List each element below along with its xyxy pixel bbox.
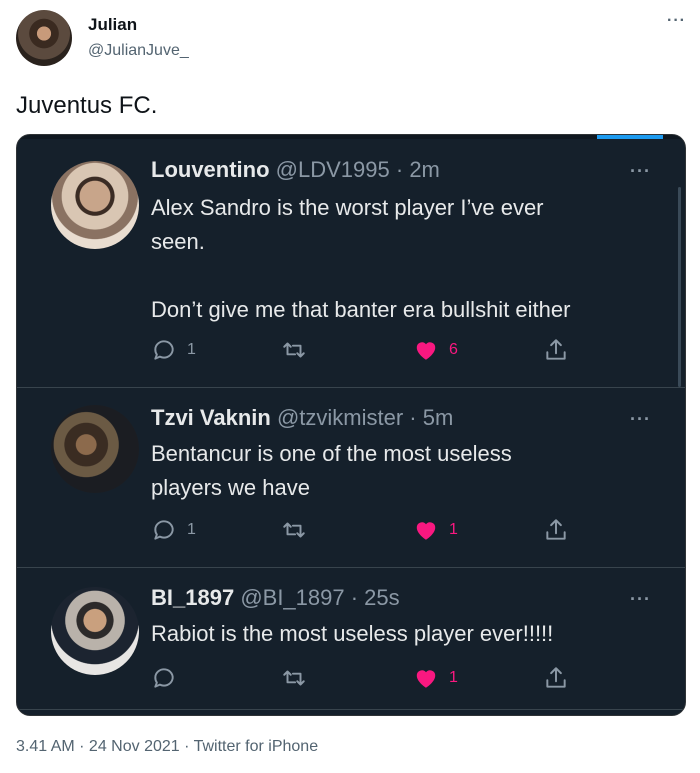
like-action: 6 bbox=[413, 335, 458, 365]
reply-action: 1 bbox=[151, 515, 196, 545]
quoted-display-name: Louventino bbox=[151, 157, 270, 182]
share-action bbox=[543, 515, 569, 545]
tweet-image[interactable]: Louventino @LDV1995 · 2m ··· Alex Sandro… bbox=[16, 134, 686, 716]
retweet-icon bbox=[283, 342, 305, 358]
avatar bbox=[51, 161, 139, 249]
scrollbar bbox=[678, 187, 681, 387]
reply-count: 1 bbox=[187, 521, 196, 538]
like-count: 6 bbox=[449, 341, 458, 358]
divider bbox=[17, 387, 685, 388]
quoted-timestamp: 2m bbox=[409, 157, 440, 182]
quoted-username: @tzvikmister bbox=[276, 405, 404, 430]
divider bbox=[17, 709, 685, 710]
tweet-time[interactable]: 3.41 AM bbox=[16, 738, 75, 755]
retweet-icon bbox=[283, 522, 305, 538]
heart-icon bbox=[416, 670, 436, 688]
more-icon: ··· bbox=[630, 161, 651, 181]
more-icon: ··· bbox=[630, 409, 651, 429]
reply-action bbox=[151, 663, 187, 693]
accent-bar bbox=[597, 135, 663, 139]
quoted-tweet-header: Louventino @LDV1995 · 2m bbox=[151, 157, 440, 183]
heart-icon bbox=[416, 522, 436, 540]
separator-dot: · bbox=[179, 738, 194, 755]
quoted-tweet-actions: 1 bbox=[151, 663, 571, 693]
separator-dot: · bbox=[403, 405, 423, 430]
heart-icon bbox=[416, 342, 436, 360]
avatar[interactable] bbox=[16, 10, 72, 66]
username[interactable]: @JulianJuve_ bbox=[88, 42, 189, 60]
divider bbox=[17, 567, 685, 568]
like-action: 1 bbox=[413, 663, 458, 693]
quoted-tweet-text: Alex Sandro is the worst player I’ve eve… bbox=[151, 195, 571, 322]
retweet-action bbox=[281, 335, 307, 365]
reply-count: 1 bbox=[187, 341, 196, 358]
tweet-text: Juventus FC. bbox=[16, 92, 158, 119]
reply-icon bbox=[154, 520, 174, 540]
quoted-tweet-header: Tzvi Vaknin @tzvikmister · 5m bbox=[151, 405, 453, 431]
quoted-tweet-header: BI_1897 @BI_1897 · 25s bbox=[151, 585, 400, 611]
share-icon bbox=[546, 519, 566, 540]
tweet-date[interactable]: 24 Nov 2021 bbox=[89, 738, 180, 755]
avatar bbox=[51, 405, 139, 493]
like-action: 1 bbox=[413, 515, 458, 545]
avatar bbox=[51, 587, 139, 675]
quoted-tweet-text: Bentancur is one of the most useless pla… bbox=[151, 441, 512, 500]
separator-dot: · bbox=[389, 157, 410, 182]
more-icon[interactable]: ··· bbox=[667, 12, 686, 30]
share-action bbox=[543, 663, 569, 693]
quoted-display-name: Tzvi Vaknin bbox=[151, 405, 271, 430]
quoted-timestamp: 25s bbox=[364, 585, 400, 610]
share-icon bbox=[546, 339, 566, 360]
like-count: 1 bbox=[449, 669, 458, 686]
reply-icon bbox=[154, 340, 174, 360]
tweet-source[interactable]: Twitter for iPhone bbox=[194, 738, 319, 755]
quoted-timestamp: 5m bbox=[422, 405, 454, 430]
reply-icon bbox=[154, 668, 174, 688]
tweet-header: Julian @JulianJuve_ ··· bbox=[16, 10, 686, 74]
separator-dot: · bbox=[74, 738, 89, 755]
image-top-bar bbox=[17, 135, 685, 139]
share-icon bbox=[546, 667, 566, 688]
reply-action: 1 bbox=[151, 335, 196, 365]
share-action bbox=[543, 335, 569, 365]
tweet-metadata: 3.41 AM · 24 Nov 2021 · Twitter for iPho… bbox=[16, 738, 318, 756]
retweet-action bbox=[281, 663, 307, 693]
display-name[interactable]: Julian bbox=[88, 15, 137, 35]
quoted-tweet-actions: 1 1 bbox=[151, 515, 571, 545]
quoted-username: @BI_1897 bbox=[240, 585, 345, 610]
quoted-tweet-text: Rabiot is the most useless player ever!!… bbox=[151, 621, 554, 646]
separator-dot: · bbox=[344, 585, 365, 610]
retweet-icon bbox=[283, 670, 305, 686]
quoted-display-name: BI_1897 bbox=[151, 585, 235, 610]
retweet-action bbox=[281, 515, 307, 545]
quoted-tweet-actions: 1 6 bbox=[151, 335, 571, 365]
quoted-username: @LDV1995 bbox=[275, 157, 390, 182]
more-icon: ··· bbox=[630, 589, 651, 609]
like-count: 1 bbox=[449, 521, 458, 538]
